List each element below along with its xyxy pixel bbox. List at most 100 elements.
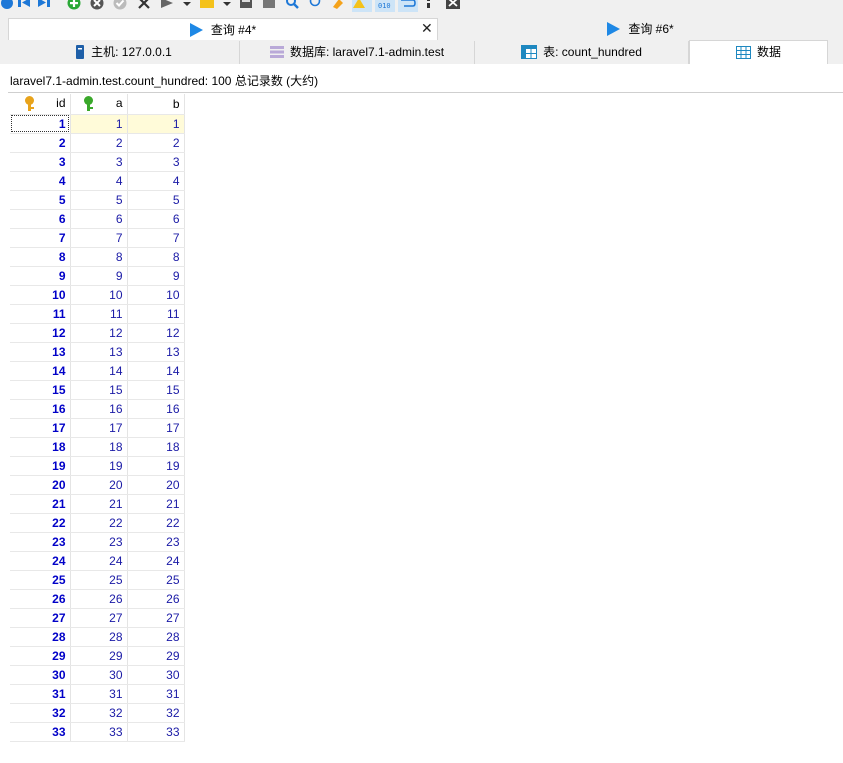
- cell-a[interactable]: 9: [70, 266, 128, 286]
- table-row[interactable]: 25 25 25: [10, 570, 185, 590]
- cell-b[interactable]: 17: [127, 418, 185, 438]
- cell-b[interactable]: 28: [127, 627, 185, 647]
- cell-a[interactable]: 28: [70, 627, 128, 647]
- cell-b[interactable]: 22: [127, 513, 185, 533]
- table-row[interactable]: 23 23 23: [10, 532, 185, 552]
- cell-id[interactable]: 5: [10, 190, 71, 210]
- clear-icon[interactable]: [331, 0, 345, 12]
- table-row[interactable]: 33 33 33: [10, 722, 185, 742]
- save-as-icon[interactable]: [262, 0, 276, 12]
- cell-id[interactable]: 8: [10, 247, 71, 267]
- cell-a[interactable]: 30: [70, 665, 128, 685]
- cell-id[interactable]: 26: [10, 589, 71, 609]
- table-row[interactable]: 999: [10, 266, 185, 286]
- table-row[interactable]: 19 19 19: [10, 456, 185, 476]
- table-row[interactable]: 13 13 13: [10, 342, 185, 362]
- cell-a[interactable]: 21: [70, 494, 128, 514]
- cell-b[interactable]: 30: [127, 665, 185, 685]
- tab-query-6[interactable]: 查询 #6*: [438, 18, 843, 40]
- replace-icon[interactable]: [308, 0, 322, 12]
- cell-b[interactable]: 1: [127, 114, 185, 134]
- cell-b[interactable]: 29: [127, 646, 185, 666]
- table-row[interactable]: 31 31 31: [10, 684, 185, 704]
- cell-b[interactable]: 32: [127, 703, 185, 723]
- table-row[interactable]: 222: [10, 133, 185, 153]
- cell-id[interactable]: 29: [10, 646, 71, 666]
- table-row[interactable]: 333: [10, 152, 185, 172]
- cell-b[interactable]: 27: [127, 608, 185, 628]
- cell-a[interactable]: 3: [70, 152, 128, 172]
- cell-a[interactable]: 27: [70, 608, 128, 628]
- table-row[interactable]: 111: [10, 114, 185, 134]
- add-record-icon[interactable]: [67, 0, 81, 12]
- warning-icon[interactable]: [352, 0, 372, 12]
- table-row[interactable]: 10 10 10: [10, 285, 185, 305]
- cell-a[interactable]: 7: [70, 228, 128, 248]
- apply-icon[interactable]: [113, 0, 127, 12]
- table-row[interactable]: 28 28 28: [10, 627, 185, 647]
- table-row[interactable]: 30 30 30: [10, 665, 185, 685]
- cell-id[interactable]: 30: [10, 665, 71, 685]
- tab-data[interactable]: 数据: [689, 40, 828, 64]
- cell-b[interactable]: 24: [127, 551, 185, 571]
- cell-b[interactable]: 9: [127, 266, 185, 286]
- cell-a[interactable]: 24: [70, 551, 128, 571]
- table-row[interactable]: 15 15 15: [10, 380, 185, 400]
- cell-a[interactable]: 31: [70, 684, 128, 704]
- table-row[interactable]: 555: [10, 190, 185, 210]
- cell-a[interactable]: 10: [70, 285, 128, 305]
- table-row[interactable]: 32 32 32: [10, 703, 185, 723]
- cell-b[interactable]: 33: [127, 722, 185, 742]
- cell-a[interactable]: 32: [70, 703, 128, 723]
- data-grid[interactable]: id a b 1 1 1 2 2 2 3 3 3 4 4 4 5 5 5 6 6 6 7 7 7 8 8 8 9 9 9 10 10 10…: [10, 94, 185, 742]
- last-record-icon[interactable]: [37, 0, 51, 12]
- delete-record-icon[interactable]: [90, 0, 104, 12]
- cell-id[interactable]: 3: [10, 152, 71, 172]
- cell-b[interactable]: 4: [127, 171, 185, 191]
- cell-id[interactable]: 18: [10, 437, 71, 457]
- cell-a[interactable]: 2: [70, 133, 128, 153]
- close-tab-icon[interactable]: ✕: [421, 17, 433, 39]
- cell-b[interactable]: 7: [127, 228, 185, 248]
- cell-b[interactable]: 3: [127, 152, 185, 172]
- cell-id[interactable]: 10: [10, 285, 71, 305]
- column-header-id[interactable]: id: [10, 94, 71, 115]
- cell-b[interactable]: 2: [127, 133, 185, 153]
- help-icon[interactable]: [0, 0, 14, 12]
- cell-b[interactable]: 13: [127, 342, 185, 362]
- cell-b[interactable]: 11: [127, 304, 185, 324]
- cell-b[interactable]: 19: [127, 456, 185, 476]
- cell-a[interactable]: 20: [70, 475, 128, 495]
- wrap-icon[interactable]: [398, 0, 418, 12]
- cell-a[interactable]: 23: [70, 532, 128, 552]
- close-query-icon[interactable]: [446, 0, 460, 12]
- cell-b[interactable]: 18: [127, 437, 185, 457]
- cell-a[interactable]: 13: [70, 342, 128, 362]
- tab-host[interactable]: 主机: 127.0.0.1: [8, 41, 240, 64]
- cell-id[interactable]: 2: [10, 133, 71, 153]
- cell-a[interactable]: 11: [70, 304, 128, 324]
- cell-id[interactable]: 12: [10, 323, 71, 343]
- save-icon[interactable]: [239, 0, 253, 12]
- cell-a[interactable]: 15: [70, 380, 128, 400]
- cell-a[interactable]: 22: [70, 513, 128, 533]
- cell-b[interactable]: 21: [127, 494, 185, 514]
- binary-icon[interactable]: 010: [375, 0, 395, 12]
- cell-a[interactable]: 5: [70, 190, 128, 210]
- table-row[interactable]: 17 17 17: [10, 418, 185, 438]
- cell-id[interactable]: 19: [10, 456, 71, 476]
- table-row[interactable]: 26 26 26: [10, 589, 185, 609]
- cell-b[interactable]: 8: [127, 247, 185, 267]
- cell-b[interactable]: 5: [127, 190, 185, 210]
- cell-a[interactable]: 25: [70, 570, 128, 590]
- cell-a[interactable]: 1: [70, 114, 128, 134]
- table-row[interactable]: 16 16 16: [10, 399, 185, 419]
- cell-a[interactable]: 26: [70, 589, 128, 609]
- cell-id[interactable]: 25: [10, 570, 71, 590]
- folder-icon[interactable]: [200, 0, 214, 12]
- table-row[interactable]: 11 11 11: [10, 304, 185, 324]
- cell-b[interactable]: 26: [127, 589, 185, 609]
- table-row[interactable]: 24 24 24: [10, 551, 185, 571]
- cell-a[interactable]: 29: [70, 646, 128, 666]
- cell-id[interactable]: 4: [10, 171, 71, 191]
